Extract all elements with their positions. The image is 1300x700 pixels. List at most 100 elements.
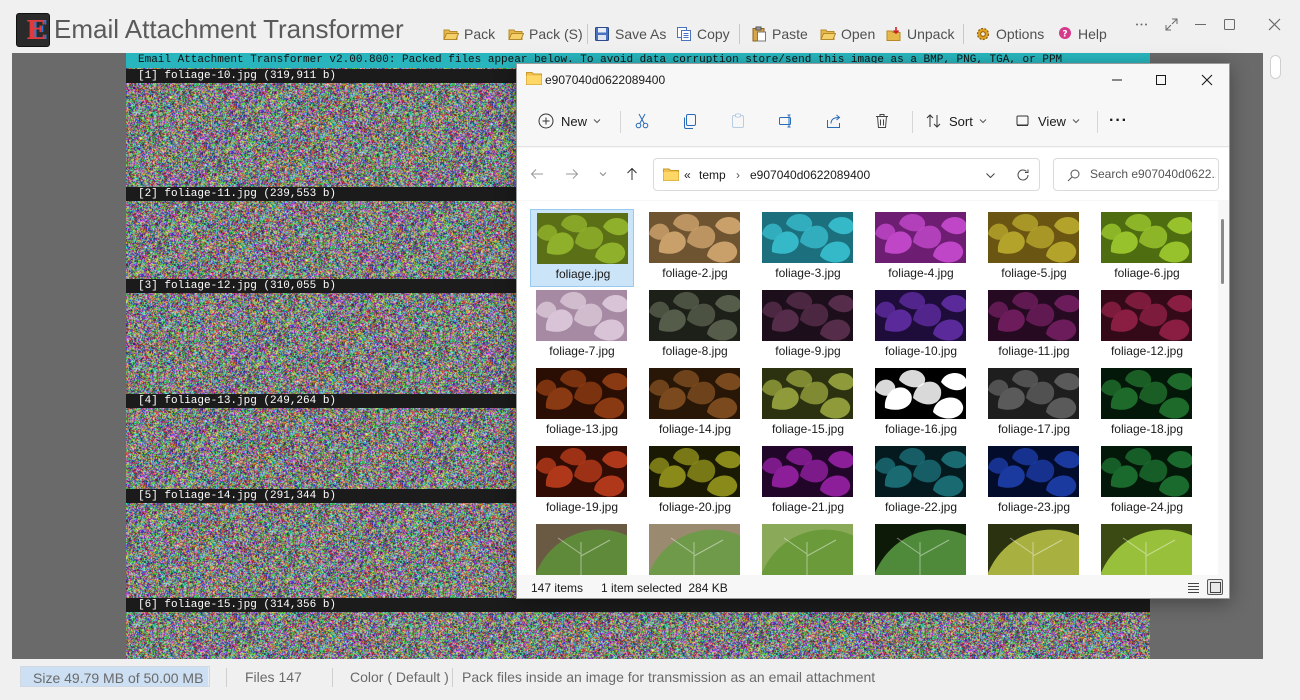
- pack-button[interactable]: Pack: [443, 25, 495, 43]
- paste-button[interactable]: Paste: [751, 25, 808, 43]
- file-thumbnail[interactable]: foliage-11.jpg: [982, 287, 1095, 365]
- thumbnail-label: foliage-10.jpg: [884, 344, 958, 358]
- thumbnail-label: foliage-7.jpg: [549, 344, 615, 358]
- close-button[interactable]: [1264, 14, 1284, 34]
- file-thumbnail[interactable]: [869, 521, 982, 575]
- refresh-icon[interactable]: [1016, 168, 1030, 182]
- file-thumbnail[interactable]: foliage-23.jpg: [982, 443, 1095, 521]
- copy-icon: [677, 27, 691, 41]
- copy-file-button[interactable]: [681, 109, 699, 133]
- thumbnail-image: [537, 213, 628, 264]
- file-thumbnail[interactable]: foliage-3.jpg: [756, 209, 869, 287]
- see-more-button[interactable]: ···: [1109, 109, 1128, 133]
- app-logo-letter: E: [26, 16, 46, 46]
- thumbnail-image: [875, 212, 966, 263]
- file-thumbnail[interactable]: foliage-14.jpg: [643, 365, 756, 443]
- thumbnail-image: [762, 524, 853, 575]
- file-thumbnail[interactable]: foliage-2.jpg: [643, 209, 756, 287]
- file-thumbnail[interactable]: foliage-6.jpg: [1095, 209, 1208, 287]
- file-thumbnail[interactable]: [530, 521, 643, 575]
- search-box[interactable]: [1053, 158, 1219, 191]
- thumbnail-label: foliage-21.jpg: [771, 500, 845, 514]
- file-thumbnail[interactable]: foliage-21.jpg: [756, 443, 869, 521]
- file-thumbnail[interactable]: [1095, 521, 1208, 575]
- thumbnail-label: foliage-2.jpg: [662, 266, 728, 280]
- share-button[interactable]: [825, 109, 843, 133]
- file-thumbnail[interactable]: foliage-15.jpg: [756, 365, 869, 443]
- file-thumbnail[interactable]: foliage-4.jpg: [869, 209, 982, 287]
- file-thumbnail[interactable]: foliage-16.jpg: [869, 365, 982, 443]
- file-pane-scrollbar-thumb[interactable]: [1221, 219, 1224, 284]
- explorer-maximize-button[interactable]: [1149, 70, 1173, 90]
- more-options-button[interactable]: [1131, 14, 1151, 34]
- copy-button[interactable]: Copy: [676, 25, 730, 43]
- breadcrumb-overflow[interactable]: «: [684, 168, 691, 182]
- file-thumbnail[interactable]: [643, 521, 756, 575]
- file-thumbnail[interactable]: foliage-12.jpg: [1095, 287, 1208, 365]
- chevron-down-icon: [593, 119, 601, 124]
- chevron-down-icon: [599, 172, 607, 177]
- minimize-button[interactable]: [1190, 14, 1210, 34]
- maximize-button[interactable]: [1219, 14, 1239, 34]
- plus-circle-icon: [538, 113, 554, 129]
- recent-locations-button[interactable]: [594, 165, 612, 183]
- file-thumbnail[interactable]: [756, 521, 869, 575]
- forward-button[interactable]: [563, 165, 581, 183]
- file-explorer-window[interactable]: e907040d0622089400 New Sort View ··· « t…: [516, 63, 1230, 599]
- file-thumbnail[interactable]: foliage-13.jpg: [530, 365, 643, 443]
- file-thumbnail[interactable]: foliage-7.jpg: [530, 287, 643, 365]
- breadcrumb-temp[interactable]: temp: [699, 168, 726, 182]
- thumbnail-image: [649, 212, 740, 263]
- file-thumbnail[interactable]: foliage-5.jpg: [982, 209, 1095, 287]
- explorer-close-button[interactable]: [1195, 70, 1219, 90]
- explorer-minimize-button[interactable]: [1105, 70, 1129, 90]
- sort-icon: [926, 114, 941, 128]
- details-view-button[interactable]: [1185, 579, 1201, 595]
- file-list-pane[interactable]: foliage.jpg foliage-2.jpg foliage-3.jpg fol…: [517, 201, 1218, 575]
- file-thumbnail[interactable]: foliage-8.jpg: [643, 287, 756, 365]
- file-thumbnail[interactable]: foliage-19.jpg: [530, 443, 643, 521]
- open-button[interactable]: Open: [820, 25, 875, 43]
- canvas-scrollbar-thumb[interactable]: [1270, 55, 1281, 79]
- file-strip-6: [6] foliage-15.jpg (314,356 b): [126, 598, 1150, 612]
- save-as-button[interactable]: Save As: [594, 25, 666, 43]
- options-button[interactable]: Options: [975, 25, 1044, 43]
- thumbnail-label: foliage-13.jpg: [545, 422, 619, 436]
- folder-open-icon: [508, 29, 524, 40]
- thumbnail-label: foliage-24.jpg: [1110, 500, 1184, 514]
- help-button[interactable]: ? Help: [1057, 25, 1107, 43]
- file-thumbnail[interactable]: foliage.jpg: [530, 209, 634, 287]
- thumbnail-image: [988, 524, 1079, 575]
- up-button[interactable]: [623, 165, 641, 183]
- file-thumbnail[interactable]: foliage-10.jpg: [869, 287, 982, 365]
- unpack-button[interactable]: Unpack: [886, 25, 954, 43]
- rename-button[interactable]: [777, 109, 795, 133]
- file-thumbnail[interactable]: [982, 521, 1095, 575]
- back-button[interactable]: [528, 165, 546, 183]
- chevron-down-icon: [979, 119, 987, 124]
- file-thumbnail[interactable]: foliage-22.jpg: [869, 443, 982, 521]
- explorer-titlebar[interactable]: e907040d0622089400: [517, 64, 1229, 96]
- chevron-down-icon[interactable]: [985, 170, 996, 181]
- sort-button[interactable]: Sort: [925, 109, 987, 133]
- view-button[interactable]: View: [1014, 109, 1080, 133]
- delete-button[interactable]: [873, 109, 891, 133]
- new-button[interactable]: New: [537, 109, 601, 133]
- fullscreen-button[interactable]: [1161, 14, 1181, 34]
- file-thumbnail[interactable]: foliage-20.jpg: [643, 443, 756, 521]
- file-thumbnail[interactable]: foliage-24.jpg: [1095, 443, 1208, 521]
- file-thumbnail[interactable]: foliage-17.jpg: [982, 365, 1095, 443]
- minimize-icon: [1112, 79, 1122, 81]
- explorer-command-bar: New Sort View ···: [517, 97, 1229, 147]
- thumbnail-label: foliage-11.jpg: [998, 344, 1070, 358]
- cut-button[interactable]: [633, 109, 651, 133]
- thumbnail-label: foliage.jpg: [555, 267, 611, 281]
- thumbnail-view-button[interactable]: [1207, 579, 1223, 595]
- breadcrumb-current[interactable]: e907040d0622089400: [750, 168, 870, 182]
- file-thumbnail[interactable]: foliage-18.jpg: [1095, 365, 1208, 443]
- file-thumbnail[interactable]: foliage-9.jpg: [756, 287, 869, 365]
- address-bar[interactable]: « temp › e907040d0622089400: [653, 158, 1040, 191]
- pack-s-button[interactable]: Pack (S): [508, 25, 583, 43]
- unpack-label: Unpack: [907, 26, 955, 42]
- search-input[interactable]: [1090, 167, 1216, 181]
